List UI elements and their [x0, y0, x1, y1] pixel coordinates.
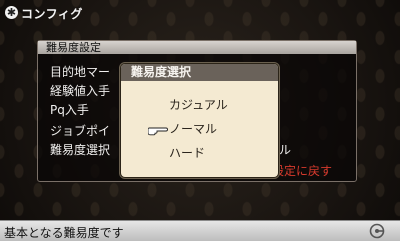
setting-row-pq-gain[interactable]: Pq入手: [50, 101, 89, 118]
help-bar: 基本となる難易度です: [0, 220, 400, 241]
difficulty-select-dialog: 難易度選択 カジュアル ノーマル ハード: [120, 63, 279, 178]
reset-to-default-button[interactable]: 設定に戻す: [272, 162, 332, 179]
screen-header: ✱ コンフィグ: [0, 0, 400, 26]
setting-row-destination-marker[interactable]: 目的地マー: [50, 63, 110, 80]
setting-row-difficulty[interactable]: 難易度選択: [50, 141, 110, 158]
option-normal[interactable]: ノーマル: [169, 120, 217, 137]
setting-row-exp-gain[interactable]: 経験値入手: [50, 82, 110, 99]
difficulty-current-value: ル: [279, 143, 292, 157]
dialog-title: 難易度選択: [121, 64, 278, 81]
setting-row-job-points[interactable]: ジョブポイ: [50, 122, 110, 139]
gear-icon: ✱: [5, 6, 18, 19]
screen-title: コンフィグ: [21, 7, 83, 21]
option-casual[interactable]: カジュアル: [169, 96, 228, 113]
gamer-logo: [369, 223, 385, 239]
pointing-hand-icon: [148, 127, 168, 136]
option-hard[interactable]: ハード: [169, 144, 205, 161]
help-text: 基本となる難易度です: [4, 226, 124, 240]
panel-title: 難易度設定: [38, 41, 356, 54]
